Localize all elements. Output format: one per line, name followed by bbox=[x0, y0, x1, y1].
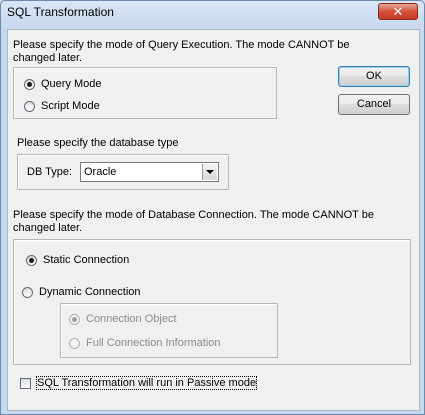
dynamic-connection-group: Connection Object Full Connection Inform… bbox=[60, 303, 278, 358]
dialog-body: Please specify the mode of Query Executi… bbox=[7, 29, 420, 411]
passive-mode-label[interactable]: SQL Transformation will run in Passive m… bbox=[35, 376, 258, 390]
execution-mode-group: Query Mode Script Mode bbox=[13, 67, 277, 119]
radio-dynamic-connection[interactable]: Dynamic Connection bbox=[22, 284, 141, 300]
radio-script-mode[interactable]: Script Mode bbox=[24, 98, 100, 114]
db-type-select[interactable]: Oracle bbox=[80, 162, 219, 182]
connection-mode-prompt: Please specify the mode of Database Conn… bbox=[13, 209, 374, 234]
radio-static-connection[interactable]: Static Connection bbox=[26, 252, 129, 268]
ok-button[interactable]: OK bbox=[338, 66, 410, 87]
radio-full-connection-info[interactable]: Full Connection Information bbox=[69, 335, 221, 351]
radio-button-icon[interactable] bbox=[22, 286, 33, 298]
radio-script-mode-label: Script Mode bbox=[41, 100, 100, 112]
radio-full-connection-info-label: Full Connection Information bbox=[86, 337, 221, 349]
connection-mode-group: Static Connection Dynamic Connection Con… bbox=[13, 239, 411, 365]
radio-dynamic-connection-label: Dynamic Connection bbox=[39, 286, 141, 298]
db-type-selected-value: Oracle bbox=[84, 166, 117, 178]
title-bar[interactable]: SQL Transformation ✕ bbox=[1, 1, 424, 23]
radio-button-icon[interactable] bbox=[69, 313, 80, 325]
radio-button-icon[interactable] bbox=[24, 100, 35, 112]
radio-query-mode-label: Query Mode bbox=[41, 78, 102, 90]
close-button[interactable]: ✕ bbox=[378, 3, 418, 20]
passive-mode-checkbox[interactable] bbox=[20, 378, 31, 389]
database-type-group: DB Type: Oracle bbox=[17, 154, 229, 190]
database-type-prompt: Please specify the database type bbox=[17, 137, 179, 149]
execution-mode-prompt: Please specify the mode of Query Executi… bbox=[13, 39, 350, 64]
window-title: SQL Transformation bbox=[7, 5, 114, 19]
radio-button-icon[interactable] bbox=[69, 337, 80, 349]
radio-query-mode[interactable]: Query Mode bbox=[24, 76, 102, 92]
radio-button-icon[interactable] bbox=[24, 78, 35, 90]
db-type-label: DB Type: bbox=[27, 166, 73, 178]
radio-button-icon[interactable] bbox=[26, 254, 37, 266]
chevron-down-icon[interactable] bbox=[202, 164, 217, 180]
dialog-window: SQL Transformation ✕ Please specify the … bbox=[0, 0, 425, 415]
cancel-button[interactable]: Cancel bbox=[338, 94, 410, 115]
radio-connection-object[interactable]: Connection Object bbox=[69, 311, 177, 327]
ok-button-label: OK bbox=[366, 70, 382, 82]
radio-connection-object-label: Connection Object bbox=[86, 313, 177, 325]
close-icon: ✕ bbox=[392, 4, 404, 19]
cancel-button-label: Cancel bbox=[356, 98, 392, 110]
radio-static-connection-label: Static Connection bbox=[43, 254, 130, 266]
